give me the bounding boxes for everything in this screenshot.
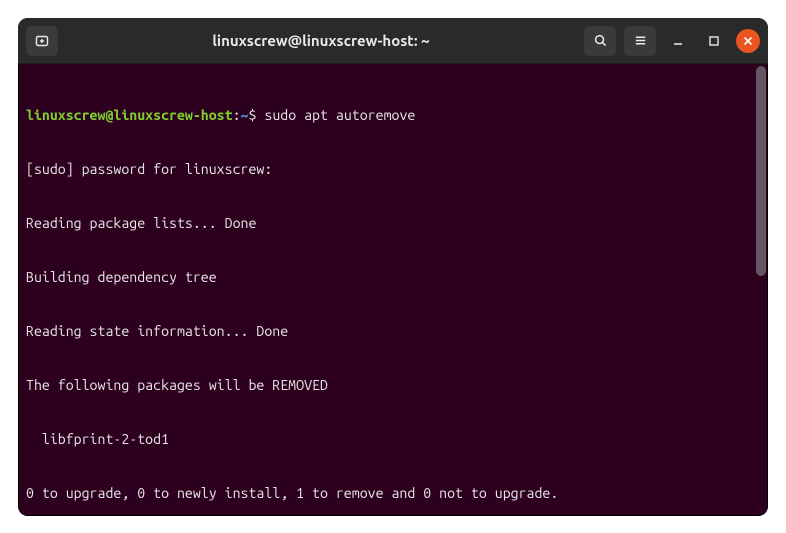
- output-line: libfprint-2-tod1: [26, 430, 758, 448]
- scrollbar-thumb[interactable]: [756, 66, 766, 276]
- output-line: [sudo] password for linuxscrew:: [26, 160, 758, 178]
- search-button[interactable]: [584, 26, 616, 56]
- scrollbar[interactable]: [756, 66, 766, 512]
- close-button[interactable]: [736, 29, 760, 53]
- minimize-icon: [672, 35, 684, 47]
- output-line: The following packages will be REMOVED: [26, 376, 758, 394]
- menu-button[interactable]: [624, 26, 656, 56]
- output-line: Building dependency tree: [26, 268, 758, 286]
- prompt-symbol: $: [248, 107, 256, 123]
- prompt-user: linuxscrew@linuxscrew-host: [26, 107, 233, 123]
- menu-icon: [633, 33, 648, 48]
- prompt-line-1: linuxscrew@linuxscrew-host:~$ sudo apt a…: [26, 106, 758, 124]
- command-input: sudo apt autoremove: [264, 107, 415, 123]
- maximize-icon: [708, 35, 720, 47]
- terminal-output[interactable]: linuxscrew@linuxscrew-host:~$ sudo apt a…: [18, 64, 768, 516]
- output-line: 0 to upgrade, 0 to newly install, 1 to r…: [26, 484, 758, 502]
- window-title: linuxscrew@linuxscrew-host: ~: [66, 32, 576, 49]
- output-line: Reading state information... Done: [26, 322, 758, 340]
- terminal-window: linuxscrew@linuxscrew-host: ~: [18, 18, 768, 516]
- new-tab-icon: [34, 33, 50, 49]
- output-line: Reading package lists... Done: [26, 214, 758, 232]
- search-icon: [593, 33, 608, 48]
- new-tab-button[interactable]: [26, 26, 58, 56]
- maximize-button[interactable]: [700, 28, 728, 54]
- close-icon: [743, 36, 753, 46]
- minimize-button[interactable]: [664, 28, 692, 54]
- titlebar: linuxscrew@linuxscrew-host: ~: [18, 18, 768, 64]
